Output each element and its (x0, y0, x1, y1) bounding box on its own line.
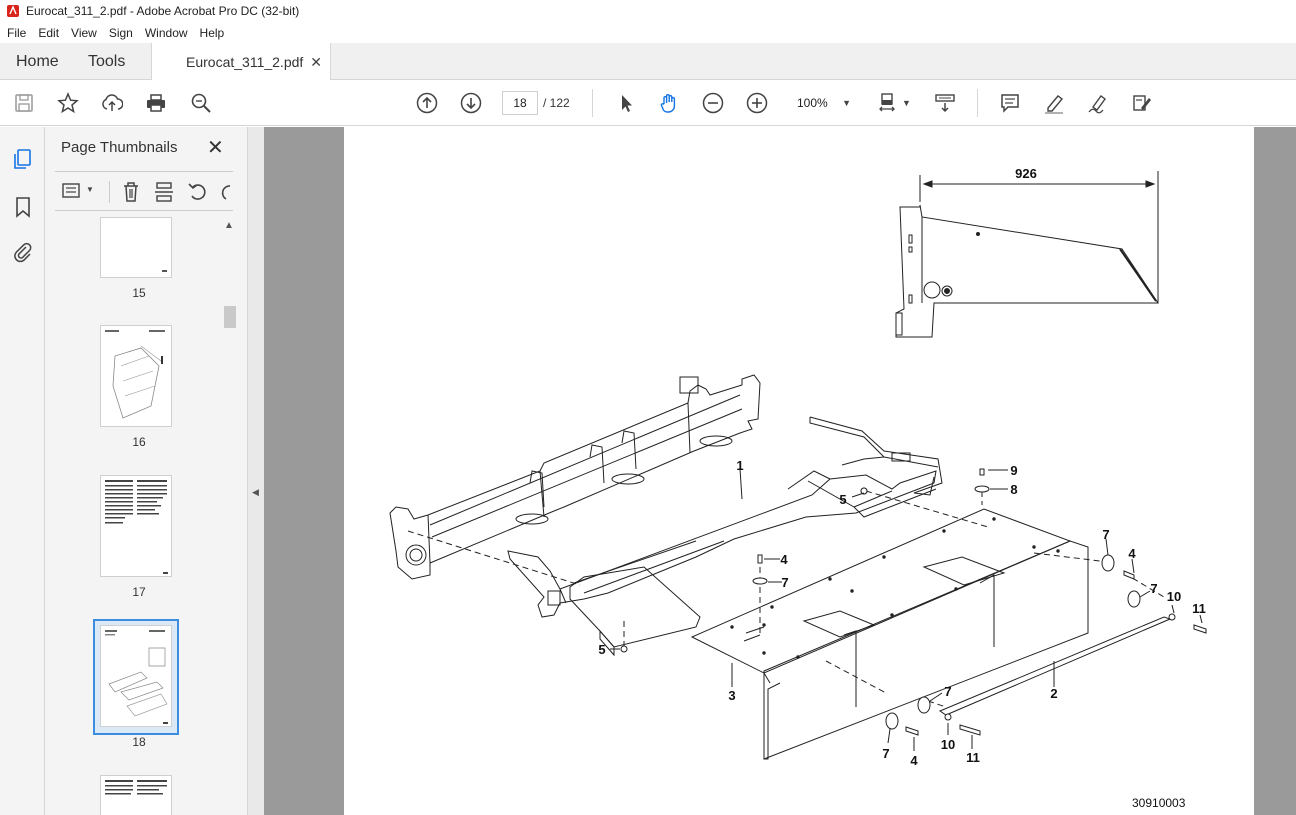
callout-label: 4 (1128, 546, 1136, 561)
rotate-right-icon[interactable] (218, 181, 232, 203)
dimension-label: 926 (1015, 166, 1037, 181)
search-icon[interactable] (189, 91, 213, 115)
menu-help[interactable]: Help (195, 26, 230, 40)
main-toolbar: ▼ (0, 80, 1296, 126)
page-thumbnails-icon[interactable] (11, 147, 35, 171)
thumbnail-page-number: 15 (132, 286, 146, 300)
zoom-select[interactable]: 100% ▼ (788, 91, 856, 115)
menu-window[interactable]: Window (140, 26, 193, 40)
callout-label: 10 (941, 737, 955, 752)
drawing-id: 30910003 (1132, 796, 1186, 810)
callout-label: 2 (1050, 686, 1057, 701)
page-number-input[interactable]: 18 (502, 91, 538, 115)
toolbar-separator (592, 89, 593, 117)
next-page-icon[interactable] (459, 91, 483, 115)
thumbnail-list: 15 16 17 18 (55, 217, 223, 815)
callout-label: 7 (1150, 581, 1157, 596)
chevron-down-icon[interactable]: ▼ (86, 185, 94, 194)
tab-bar: Home Tools Eurocat_311_2.pdf ✕ (0, 43, 1296, 80)
close-tab-icon[interactable]: ✕ (310, 54, 322, 71)
tab-document-label: Eurocat_311_2.pdf (186, 53, 304, 70)
thumbnail-page[interactable] (100, 475, 172, 577)
callout-label: 4 (910, 753, 918, 768)
chevron-down-icon: ▼ (842, 98, 851, 108)
zoom-in-icon[interactable] (745, 91, 769, 115)
callout-label: 9 (1010, 463, 1017, 478)
fit-dropdown-caret[interactable]: ▼ (902, 98, 911, 108)
zoom-value: 100% (797, 96, 828, 110)
attachment-icon[interactable] (11, 240, 35, 264)
separator (109, 181, 110, 203)
thumbnail-page[interactable] (100, 775, 172, 815)
save-icon[interactable] (12, 91, 36, 115)
thumbnail-page[interactable] (100, 325, 172, 427)
menu-file[interactable]: File (2, 26, 31, 40)
thumbnail-scrollbar[interactable]: ▲ (222, 218, 238, 815)
callout-label: 10 (1167, 589, 1181, 604)
parts-drawing: 926 1 2 3 4 4 4 5 5 7 7 7 7 7 8 9 10 10 … (389, 166, 1207, 768)
window-title: Eurocat_311_2.pdf - Adobe Acrobat Pro DC… (26, 4, 300, 18)
thumbnails-panel: Page Thumbnails ✕ ▼ 15 16 17 18 (45, 127, 247, 815)
print-icon[interactable] (144, 91, 168, 115)
scroll-mode-icon[interactable] (933, 91, 957, 115)
callout-label: 5 (598, 642, 605, 657)
thumbnail-page-number: 16 (132, 435, 146, 449)
panel-title: Page Thumbnails (61, 139, 178, 156)
thumbnail-page-selected[interactable] (100, 625, 172, 727)
tab-tools[interactable]: Tools (88, 43, 125, 80)
scroll-up-icon[interactable]: ▲ (224, 220, 234, 231)
insert-pages-icon[interactable] (154, 181, 174, 203)
thumbnail-toolbar: ▼ (55, 171, 233, 211)
options-menu-icon[interactable] (62, 182, 84, 200)
close-panel-icon[interactable]: ✕ (207, 135, 224, 160)
title-bar: Eurocat_311_2.pdf - Adobe Acrobat Pro DC… (0, 0, 1296, 22)
collapse-arrow-icon: ◀ (252, 487, 259, 497)
callout-label: 4 (780, 552, 788, 567)
callout-label: 11 (1192, 601, 1206, 616)
tab-home[interactable]: Home (16, 43, 59, 80)
menu-view[interactable]: View (66, 26, 102, 40)
callout-label: 1 (736, 458, 743, 473)
callout-label: 7 (1102, 527, 1109, 542)
page-total-label: / 122 (543, 96, 570, 110)
thumbnail-page[interactable] (100, 217, 172, 278)
zoom-out-icon[interactable] (701, 91, 725, 115)
pdf-page: 926 1 2 3 4 4 4 5 5 7 7 7 7 7 8 9 10 10 … (344, 127, 1254, 815)
sign-icon[interactable] (1086, 91, 1110, 115)
callout-label: 8 (1010, 482, 1017, 497)
rotate-left-icon[interactable] (187, 181, 209, 203)
delete-icon[interactable] (121, 181, 141, 203)
select-icon[interactable] (614, 91, 638, 115)
fit-page-icon[interactable] (877, 91, 901, 115)
menu-bar: File Edit View Sign Window Help (0, 22, 1296, 43)
callout-label: 5 (839, 492, 846, 507)
callout-label: 7 (882, 746, 889, 761)
callout-label: 3 (728, 688, 735, 703)
hand-icon[interactable] (657, 91, 681, 115)
callout-label: 7 (781, 575, 788, 590)
upload-icon[interactable] (100, 91, 124, 115)
menu-sign[interactable]: Sign (104, 26, 138, 40)
edit-pdf-icon[interactable] (1130, 91, 1154, 115)
callout-label: 11 (966, 750, 980, 765)
document-viewport[interactable]: 926 1 2 3 4 4 4 5 5 7 7 7 7 7 8 9 10 10 … (264, 127, 1296, 815)
left-nav-rail (0, 127, 45, 815)
thumbnail-page-number: 17 (132, 585, 146, 599)
menu-edit[interactable]: Edit (33, 26, 64, 40)
toolbar-separator (977, 89, 978, 117)
bookmark-icon[interactable] (11, 195, 35, 219)
prev-page-icon[interactable] (415, 91, 439, 115)
highlight-icon[interactable] (1042, 91, 1066, 115)
thumbnail-page-number: 18 (132, 735, 146, 749)
scrollbar-thumb[interactable] (224, 306, 236, 328)
panel-collapse-handle[interactable]: ◀ (247, 127, 264, 815)
star-icon[interactable] (56, 91, 80, 115)
tab-document[interactable]: Eurocat_311_2.pdf ✕ (151, 43, 331, 80)
comment-icon[interactable] (998, 91, 1022, 115)
acrobat-icon (7, 5, 19, 17)
callout-label: 7 (944, 684, 951, 699)
